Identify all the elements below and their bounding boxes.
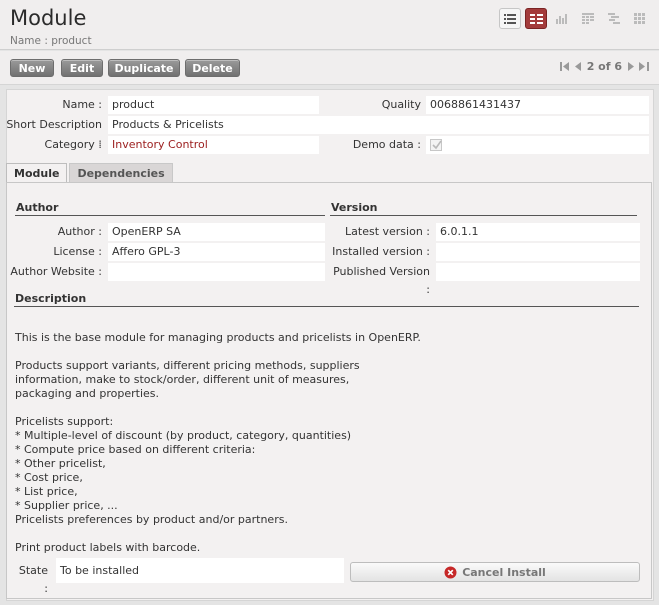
author-section-title: Author <box>16 201 59 214</box>
short-description-field[interactable]: Products & Pricelists <box>108 116 649 134</box>
description-text: This is the base module for managing pro… <box>15 331 421 554</box>
calendar-view-button[interactable] <box>577 8 599 29</box>
latest-version-field[interactable]: 6.0.1.1 <box>436 223 640 241</box>
record-pager: 2 of 6 <box>559 60 649 73</box>
author-website-label: Author Website : <box>10 265 102 278</box>
name-label: Name : <box>62 98 102 111</box>
page-header: Module Name : product <box>0 0 659 50</box>
page-subtitle: Name : product <box>10 35 92 47</box>
description-section-title: Description <box>15 292 87 305</box>
checkmark-icon <box>432 140 442 150</box>
gantt-view-icon <box>608 13 620 24</box>
name-field[interactable]: product <box>108 96 319 114</box>
first-record-icon[interactable] <box>559 62 570 71</box>
view-switcher <box>499 8 651 29</box>
form-view-button[interactable] <box>525 8 547 29</box>
published-version-label: Published Version : <box>333 265 430 296</box>
page-title: Module <box>10 6 87 30</box>
edit-button[interactable]: Edit <box>61 59 103 77</box>
version-separator <box>330 215 637 216</box>
author-website-field[interactable] <box>108 263 325 281</box>
version-section-title: Version <box>331 201 378 214</box>
last-record-icon[interactable] <box>639 62 649 71</box>
installed-version-label: Installed version : <box>332 245 430 258</box>
cancel-install-button[interactable]: Cancel Install <box>350 562 640 582</box>
duplicate-button[interactable]: Duplicate <box>108 59 180 77</box>
calendar-view-icon <box>582 13 594 24</box>
demo-data-label: Demo data : <box>352 138 421 151</box>
delete-button[interactable]: Delete <box>185 59 240 77</box>
kanban-view-button[interactable] <box>629 8 651 29</box>
author-field[interactable]: OpenERP SA <box>108 223 325 241</box>
author-label: Author : <box>57 225 102 238</box>
quality-certificate-field[interactable]: 0068861431437 <box>426 96 649 114</box>
previous-record-icon[interactable] <box>574 62 582 71</box>
demo-data-field <box>426 136 649 154</box>
category-field[interactable]: Inventory Control <box>108 136 319 154</box>
cancel-icon <box>444 566 457 578</box>
new-button[interactable]: New <box>10 59 54 77</box>
cancel-install-label: Cancel Install <box>462 565 546 579</box>
notebook-tabs: Module Dependencies <box>6 163 173 183</box>
author-separator <box>15 215 325 216</box>
state-label: State : <box>18 564 48 595</box>
category-label: Category : <box>44 138 102 151</box>
form-view-icon <box>529 13 543 24</box>
latest-version-label: Latest version : <box>345 225 430 238</box>
state-field: To be installed <box>56 558 344 583</box>
tab-dependencies[interactable]: Dependencies <box>69 163 173 183</box>
action-toolbar: New Edit Duplicate Delete 2 of 6 <box>0 51 659 85</box>
published-version-field[interactable] <box>436 263 640 281</box>
gantt-view-button[interactable] <box>603 8 625 29</box>
tab-module[interactable]: Module <box>6 163 68 183</box>
next-record-icon[interactable] <box>627 62 634 71</box>
description-separator <box>14 306 639 307</box>
installed-version-field[interactable] <box>436 243 640 261</box>
demo-data-checkbox[interactable] <box>430 139 442 151</box>
kanban-view-icon <box>634 13 645 24</box>
graph-view-button[interactable] <box>551 8 573 29</box>
graph-view-icon <box>556 14 567 24</box>
pager-text: 2 of 6 <box>586 60 622 73</box>
license-label: License : <box>53 245 102 258</box>
list-view-icon <box>504 13 516 24</box>
license-field[interactable]: Affero GPL-3 <box>108 243 325 261</box>
list-view-button[interactable] <box>499 8 521 29</box>
